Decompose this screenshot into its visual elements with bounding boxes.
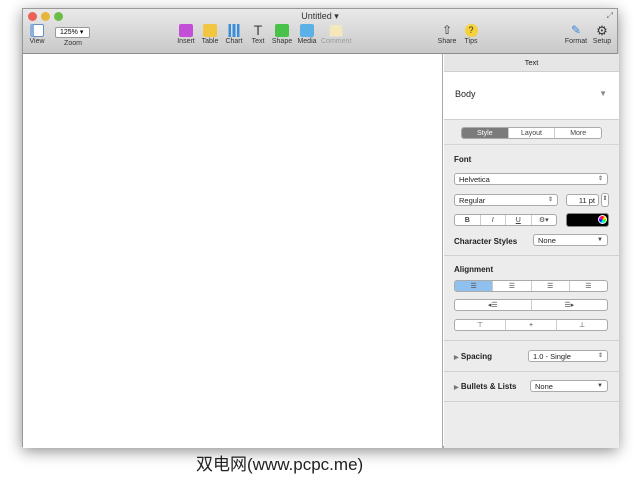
text-icon: T	[253, 22, 263, 38]
color-wheel-icon[interactable]	[598, 215, 607, 224]
watermark: 双电网(www.pcpc.me)	[196, 455, 364, 474]
media-button[interactable]: Media	[292, 24, 322, 45]
zoom-label: Zoom	[64, 40, 82, 47]
app-window: Untitled ▾ ⤢ View 125% ▾ Zoom Insert Tab…	[22, 8, 619, 448]
paintbrush-icon: ✎	[570, 23, 582, 37]
align-center-icon[interactable]: ☰	[492, 281, 530, 291]
tab-more[interactable]: More	[554, 128, 601, 138]
align-top-icon[interactable]: ⊤	[455, 320, 505, 330]
align-bottom-icon[interactable]: ⊥	[556, 320, 607, 330]
insert-icon	[179, 24, 193, 37]
font-style-select[interactable]: Regular ⇕	[454, 194, 558, 206]
increase-indent-icon[interactable]: ☰▸	[530, 300, 608, 310]
table-icon	[203, 24, 217, 37]
media-icon	[300, 24, 314, 37]
italic-button[interactable]: I	[479, 215, 506, 225]
font-size-stepper[interactable]: ⇕	[601, 193, 609, 207]
text-style-buttons: B I U ⚙▾	[454, 214, 557, 226]
toolbar: Untitled ▾ ⤢ View 125% ▾ Zoom Insert Tab…	[23, 9, 617, 54]
bold-button[interactable]: B	[455, 215, 480, 225]
spacing-select[interactable]: 1.0 - Single ⇕	[528, 350, 608, 362]
sidebar-header: Text	[444, 54, 619, 72]
setup-button[interactable]: ⚙ Setup	[587, 24, 617, 45]
vertical-align-buttons: ⊤ + ⊥	[454, 319, 608, 331]
decrease-indent-icon[interactable]: ◂☰	[455, 300, 531, 310]
tab-style[interactable]: Style	[462, 128, 508, 138]
character-styles-label: Character Styles	[454, 237, 518, 246]
text-options-button[interactable]: ⚙▾	[530, 215, 557, 225]
disclosure-triangle-icon: ▶	[454, 355, 459, 361]
align-right-icon[interactable]: ☰	[530, 281, 569, 291]
character-styles-select[interactable]: None ▼	[533, 234, 608, 246]
alignment-label: Alignment	[454, 265, 494, 274]
paragraph-style-select[interactable]: Body ▼	[444, 72, 619, 120]
underline-button[interactable]: U	[505, 215, 531, 225]
chart-icon	[227, 24, 241, 37]
sidebar-tabs: Style Layout More	[461, 127, 602, 139]
font-size-field[interactable]: 11 pt	[566, 194, 599, 206]
indent-buttons: ◂☰ ☰▸	[454, 299, 608, 311]
view-button[interactable]: View	[22, 24, 52, 45]
align-justify-icon[interactable]: ☰	[568, 281, 607, 291]
spacing-toggle[interactable]: ▶ Spacing	[454, 352, 492, 361]
align-middle-icon[interactable]: +	[505, 320, 556, 330]
document-canvas[interactable]	[23, 54, 443, 448]
comment-icon	[329, 24, 343, 37]
tips-button[interactable]: ? Tips	[456, 24, 486, 45]
alignment-buttons: ☰ ☰ ☰ ☰	[454, 280, 608, 292]
zoom-select[interactable]: 125% ▾	[55, 27, 90, 38]
bullets-select[interactable]: None ▼	[530, 380, 608, 392]
gear-icon: ⚙	[596, 23, 608, 38]
font-label: Font	[454, 155, 472, 164]
shape-icon	[275, 24, 289, 37]
comment-button[interactable]: Comment	[321, 24, 351, 45]
fullscreen-icon[interactable]: ⤢	[607, 11, 613, 21]
disclosure-triangle-icon: ▶	[454, 385, 459, 391]
share-icon: ⇧	[441, 23, 453, 37]
tips-icon: ?	[464, 24, 478, 37]
tab-layout[interactable]: Layout	[507, 128, 555, 138]
font-family-select[interactable]: Helvetica ⇕	[454, 173, 608, 185]
align-left-icon[interactable]: ☰	[455, 281, 493, 291]
bullets-toggle[interactable]: ▶ Bullets & Lists	[454, 382, 516, 391]
window-title[interactable]: Untitled ▾	[23, 11, 617, 22]
format-sidebar: Text Body ▼ Style Layout More Font Helve…	[444, 54, 619, 448]
chevron-down-icon: ▼	[599, 89, 607, 98]
view-icon	[30, 24, 44, 37]
